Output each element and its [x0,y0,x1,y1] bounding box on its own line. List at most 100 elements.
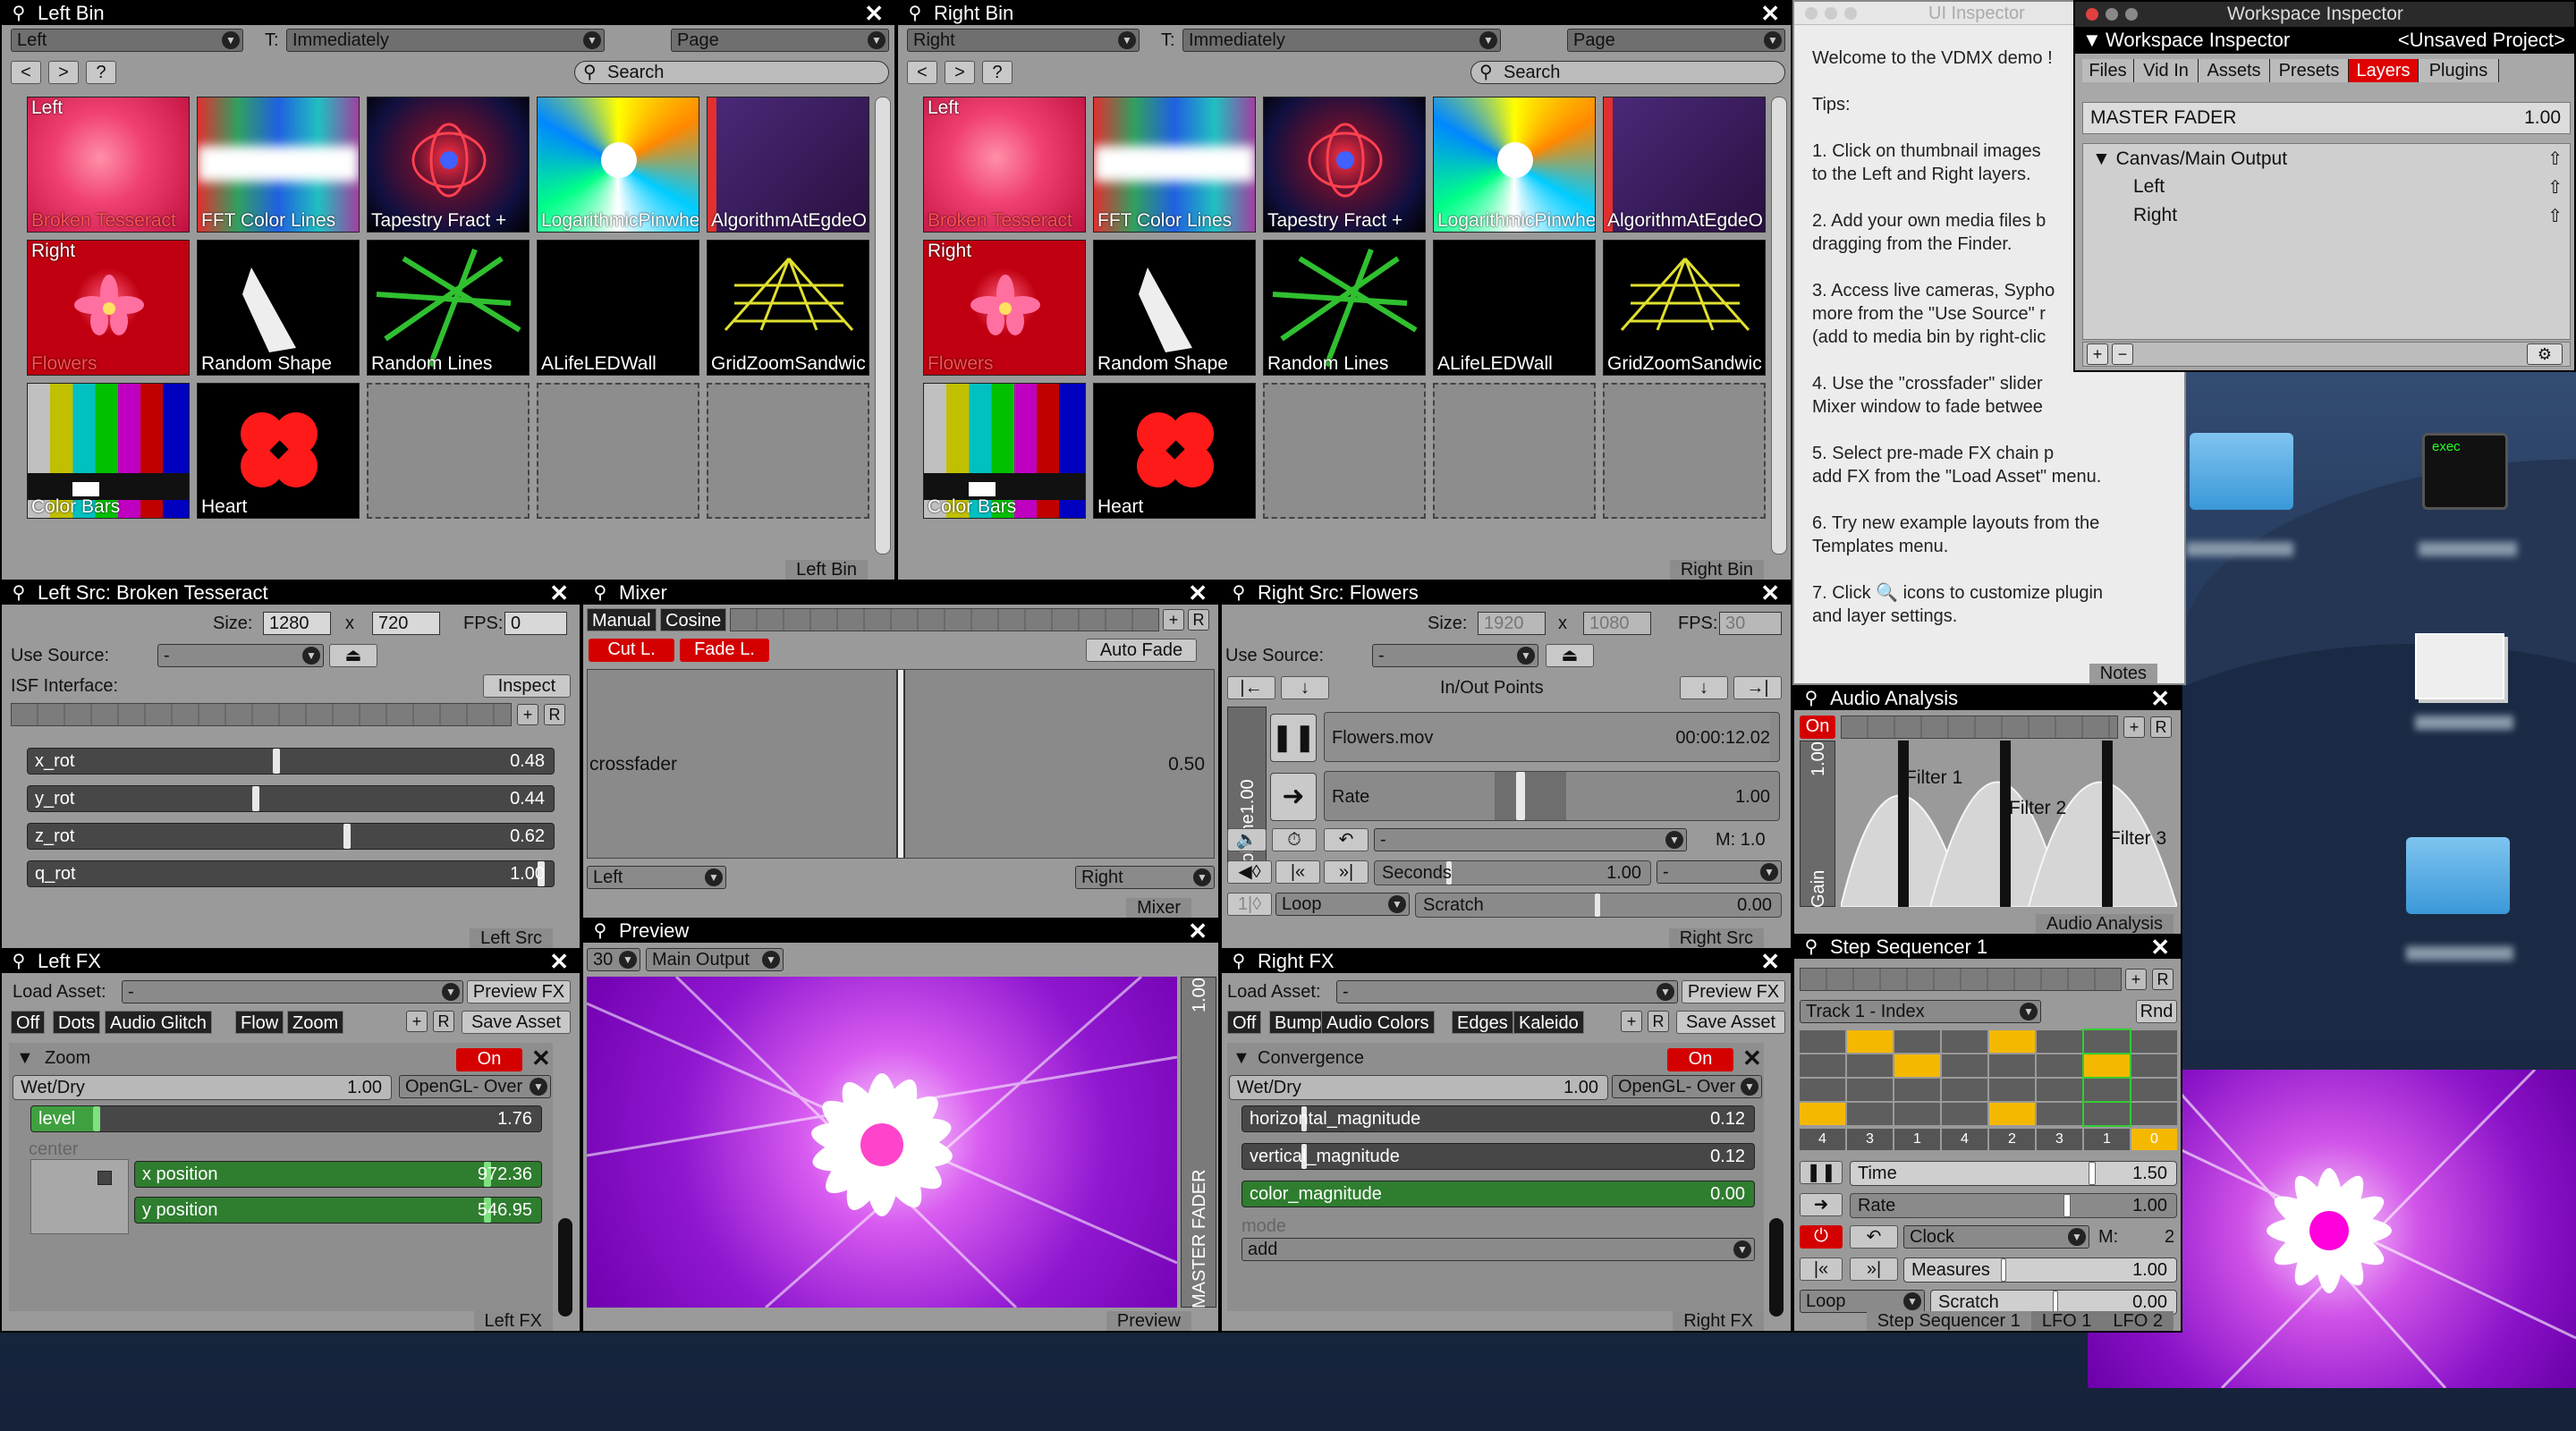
effect-on-toggle[interactable]: On [1667,1048,1733,1071]
loop-select[interactable]: Loop ▼ [1800,1290,1925,1313]
fx-chip-bump[interactable]: Bump [1269,1011,1327,1034]
close-icon[interactable]: ✕ [549,581,569,605]
close-icon[interactable]: ✕ [864,2,884,25]
tree-item-right[interactable]: Right [2133,205,2177,226]
close-icon[interactable]: ✕ [549,950,569,973]
out-point-button[interactable]: →| [1733,676,1782,699]
clip-thumbnail[interactable]: Left Broken Tesseract [27,97,190,233]
use-source-select[interactable]: - ▼ [157,644,324,667]
clip-thumbnail[interactable]: GridZoomSandwic [1603,240,1766,376]
timer-icon[interactable]: ⏱ [1272,828,1317,851]
gain-slider[interactable]: Gain 1.00 [1800,741,1835,908]
pause-button[interactable]: ❚❚ [1800,1161,1843,1184]
step-back-icon[interactable]: ◀◊ [1227,860,1272,884]
in-point-button[interactable]: |← [1227,676,1275,699]
step-cell[interactable] [1894,1030,1940,1053]
rewind-icon[interactable]: |« [1800,1257,1843,1281]
set-in-button[interactable]: ↓ [1281,676,1329,699]
step-cell[interactable] [2131,1054,2177,1077]
empty-clip-slot[interactable] [1433,383,1596,519]
left-layer-select[interactable]: Left ▼ [587,866,726,889]
magnifier-icon[interactable]: ⚲ [589,581,612,605]
add-layer-button[interactable]: + [2087,343,2108,365]
magnifier-icon[interactable]: ⚲ [7,950,30,973]
pause-button[interactable]: ❚❚ [1270,714,1317,762]
mixer-footer-tab[interactable]: Mixer [1126,898,1191,918]
right-fx-footer-tab[interactable]: Right FX [1673,1311,1764,1331]
param-slider-x-rot[interactable]: x_rot 0.48 [27,748,555,775]
auto-fade-button[interactable]: Auto Fade [1086,639,1197,662]
fx-scrollbar[interactable] [1769,1218,1784,1317]
page-select[interactable]: Page ▼ [1567,29,1785,52]
y-position-slider[interactable]: y position 546.95 [134,1197,542,1224]
remove-layer-button[interactable]: − [2112,343,2133,365]
blend-mode-select[interactable]: OpenGL- Over ▼ [399,1075,551,1098]
tab-presets[interactable]: Presets [2270,59,2349,82]
trigger-select[interactable]: Immediately ▼ [1182,29,1501,52]
step-cell[interactable] [1942,1103,1987,1125]
remove-effect-icon[interactable]: ✕ [531,1045,551,1072]
magnifier-icon[interactable]: ⚲ [7,581,30,605]
clip-thumbnail[interactable]: Random Shape [197,240,360,376]
blend-mode-select[interactable]: OpenGL- Over ▼ [1612,1075,1762,1098]
folder-icon[interactable] [2406,837,2510,914]
direction-button[interactable]: ➜ [1800,1193,1843,1216]
fx-chip-flow[interactable]: Flow [235,1011,284,1034]
step-cell[interactable] [2037,1054,2082,1077]
tab-files[interactable]: Files [2082,59,2134,82]
clip-thumbnail[interactable]: Tapestry Fract + [1263,97,1426,233]
step-cell[interactable] [2082,1077,2131,1103]
clip-thumbnail[interactable]: ALifeLEDWall [537,240,699,376]
clock-select[interactable]: Clock ▼ [1903,1225,2089,1249]
tab-lfo-2[interactable]: LFO 2 [2102,1311,2174,1331]
tab-lfo-1[interactable]: LFO 1 [2030,1311,2103,1331]
tab-layers[interactable]: Layers [2349,59,2419,82]
window-min-dot[interactable] [1825,7,1837,20]
rewind-icon[interactable]: |« [1275,860,1320,884]
magnifier-icon[interactable]: ⚲ [7,2,30,25]
left-bin-footer-tab[interactable]: Left Bin [785,560,868,580]
fast-forward-icon[interactable]: »| [1324,860,1368,884]
step-cell[interactable] [1800,1103,1845,1125]
window-close-dot[interactable] [1805,7,1818,20]
use-source-select[interactable]: - ▼ [1372,644,1538,667]
fps-select[interactable]: 30 ▼ [587,948,640,971]
fade-left-button[interactable]: Fade L. [680,639,769,662]
clip-thumbnail[interactable]: Heart [1093,383,1256,519]
clip-thumbnail[interactable]: AlgorithmAtEgdeO [1603,97,1766,233]
tree-root-row[interactable]: ▼ Canvas/Main Output [2092,148,2287,171]
empty-clip-slot[interactable] [367,383,530,519]
magnifier-icon[interactable]: ⚲ [1227,950,1250,973]
close-icon[interactable]: ✕ [1760,581,1780,605]
set-out-button[interactable]: ↓ [1680,676,1728,699]
close-icon[interactable]: ✕ [2150,687,2170,710]
clip-thumbnail[interactable]: Color Bars [27,383,190,519]
add-param-button[interactable]: + [517,704,538,725]
share-icon[interactable]: ⇧ [2547,148,2563,170]
add-button[interactable]: + [2123,716,2145,738]
page-select[interactable]: Page ▼ [671,29,889,52]
loop-mode-icon[interactable]: ↶ [1850,1225,1898,1249]
share-icon[interactable]: ⇧ [2547,176,2563,199]
clip-thumbnail[interactable]: AlgorithmAtEgdeO [707,97,869,233]
share-icon[interactable]: ⇧ [2547,205,2563,227]
param-slider-horizontal-magnitude[interactable]: horizontal_magnitude 0.12 [1241,1105,1755,1132]
close-icon[interactable]: ✕ [1188,919,1208,943]
step-cell[interactable] [2037,1030,2082,1053]
step-cell[interactable] [2037,1079,2082,1101]
output-select[interactable]: Main Output ▼ [646,948,784,971]
left-fx-footer-tab[interactable]: Left FX [473,1311,553,1331]
forward-button[interactable]: > [945,61,975,84]
step-cell[interactable] [2131,1030,2177,1053]
x-position-slider[interactable]: x position 972.36 [134,1161,542,1188]
fx-chip-audio-colors[interactable]: Audio Colors [1321,1011,1435,1034]
close-icon[interactable]: ✕ [1760,2,1780,25]
fx-chip-kaleido[interactable]: Kaleido [1513,1011,1584,1034]
step-cell[interactable] [1989,1054,2035,1077]
seconds-unit-select[interactable]: - ▼ [1657,860,1782,884]
disclosure-triangle-icon[interactable]: ▼ [2082,27,2102,54]
clip-thumbnail[interactable]: FFT Color Lines [1093,97,1256,233]
save-asset-button[interactable]: Save Asset [1676,1011,1785,1034]
param-slider-color-magnitude[interactable]: color_magnitude 0.00 [1241,1181,1755,1207]
rate-slider[interactable]: Rate 1.00 [1850,1193,2177,1218]
